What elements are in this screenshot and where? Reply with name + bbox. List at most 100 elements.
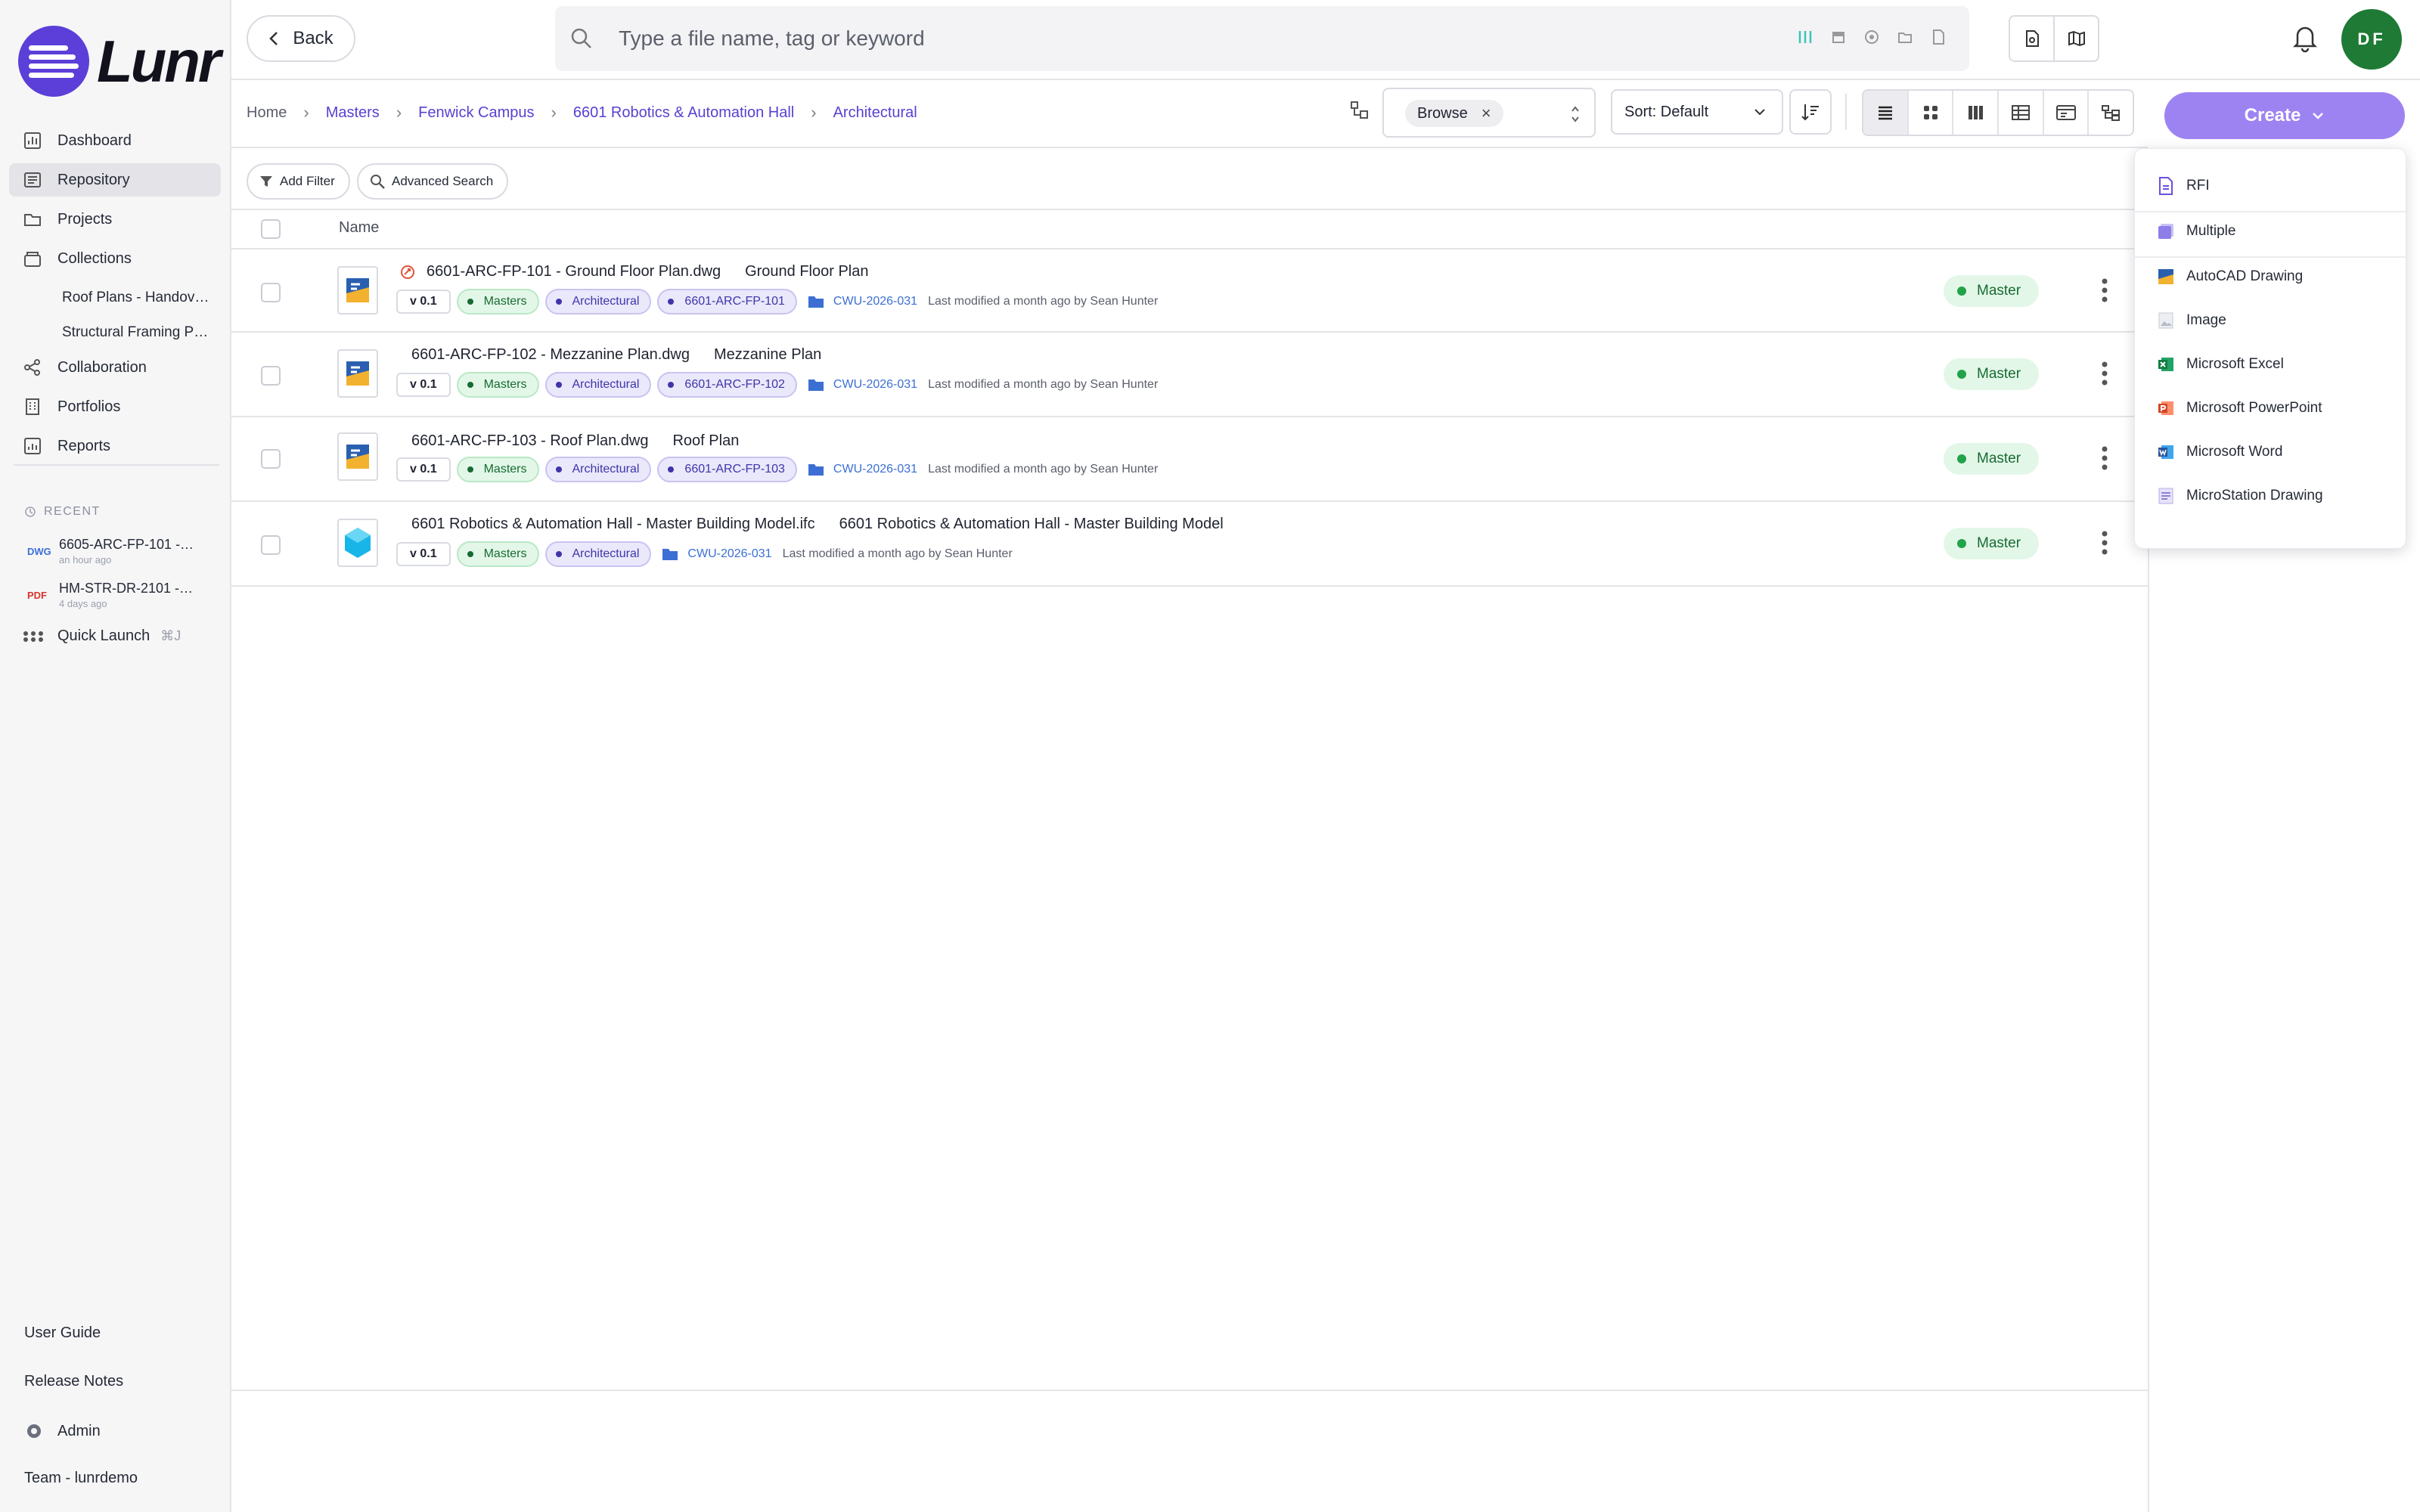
dot-icon [1957,370,1966,379]
file-name[interactable]: 6601 Robotics & Automation Hall - Master… [411,516,1224,533]
tree-view-icon[interactable] [1349,100,1370,121]
select-all-checkbox[interactable] [261,219,281,239]
table-row[interactable]: 6601-ARC-FP-103 - Roof Plan.dwg Roof Pla… [231,419,2148,502]
sort-select[interactable]: Sort: Default [1611,89,1783,135]
logo[interactable]: Lunr [18,26,221,97]
recent-item[interactable]: DWG 6605-ARC-FP-101 -… an hour ago [27,537,194,565]
detail-view-button[interactable] [2044,91,2090,135]
more-options-icon[interactable] [2099,277,2110,304]
name-column-header[interactable]: Name [339,219,379,237]
user-guide-link[interactable]: User Guide [24,1325,101,1342]
folder-link[interactable]: CWU-2026-031 [808,463,917,476]
sidebar-item-dashboard[interactable]: Dashboard [9,124,221,157]
create-menu-item-multiple[interactable]: Multiple [2135,222,2407,241]
tag[interactable]: Architectural [544,289,652,314]
breadcrumb-item[interactable]: Masters [326,104,380,122]
document-icon[interactable] [1930,29,1947,45]
search-bar[interactable] [555,6,1969,71]
create-menu-item-word[interactable]: Microsoft Word [2135,442,2407,462]
grid-view-button[interactable] [1909,91,1954,135]
file-search-icon [2025,30,2039,47]
filter-sliders-icon[interactable] [1797,29,1813,45]
search-input[interactable] [619,26,1677,51]
team-label[interactable]: Team - lunrdemo [24,1470,138,1487]
list-view-button[interactable] [1863,91,1909,135]
recent-item[interactable]: PDF HM-STR-DR-2101 -… 4 days ago [27,581,193,609]
folder-link[interactable]: CWU-2026-031 [808,295,917,308]
create-menu-item-powerpoint[interactable]: Microsoft PowerPoint [2135,398,2407,418]
folder-icon[interactable] [1897,29,1913,45]
collection-item[interactable]: Structural Framing P… [9,316,221,349]
create-menu-item-autocad[interactable]: AutoCAD Drawing [2135,267,2407,287]
sidebar-item-portfolios[interactable]: Portfolios [9,390,221,423]
table-row[interactable]: 6601 Robotics & Automation Hall - Master… [231,503,2148,587]
close-icon[interactable]: × [1481,104,1491,123]
archive-icon[interactable] [1830,29,1847,45]
file-name[interactable]: 6601-ARC-FP-101 - Ground Floor Plan.dwg … [399,263,868,280]
back-button[interactable]: Back [247,15,355,62]
table-row[interactable]: 6601-ARC-FP-102 - Mezzanine Plan.dwg Mez… [231,334,2148,417]
image-icon [2156,311,2176,330]
admin-link[interactable]: Admin [24,1421,101,1441]
column-view-button[interactable] [1953,91,2000,135]
file-name[interactable]: 6601-ARC-FP-103 - Roof Plan.dwg Roof Pla… [411,432,739,450]
table-row[interactable]: 6601-ARC-FP-101 - Ground Floor Plan.dwg … [231,249,2148,333]
tag[interactable]: 6601-ARC-FP-101 [657,289,797,314]
dot-icon [1957,539,1966,548]
chevron-down-icon [1754,109,1765,116]
tag[interactable]: Architectural [544,372,652,398]
breadcrumb-item[interactable]: 6601 Robotics & Automation Hall [573,104,794,122]
sidebar-item-reports[interactable]: Reports [9,429,221,463]
target-icon[interactable] [1863,29,1880,45]
clock-icon [25,507,36,517]
folder-link[interactable]: CWU-2026-031 [662,547,772,561]
dwg-thumbnail [337,349,378,398]
row-checkbox[interactable] [261,535,281,555]
tag[interactable]: Masters [456,541,539,567]
browse-select[interactable]: Browse × [1382,88,1596,138]
tag[interactable]: Architectural [544,541,652,567]
sidebar-item-collaboration[interactable]: Collaboration [9,351,221,384]
more-options-icon[interactable] [2099,360,2110,387]
add-filter-button[interactable]: Add Filter [247,163,350,200]
avatar[interactable]: DF [2341,9,2402,70]
collection-item[interactable]: Roof Plans - Handov… [9,281,221,314]
create-menu-item-rfi[interactable]: RFI [2135,176,2407,196]
tag[interactable]: Architectural [544,457,652,482]
table-view-button[interactable] [1999,91,2044,135]
tree-layout-button[interactable] [2089,91,2133,135]
row-checkbox[interactable] [261,283,281,302]
release-notes-link[interactable]: Release Notes [24,1373,123,1390]
sidebar-nav: Dashboard Repository Projects Collection… [9,124,221,469]
row-checkbox[interactable] [261,366,281,386]
bim-model-icon [345,528,371,558]
breadcrumb-item[interactable]: Home [247,104,287,122]
file-name[interactable]: 6601-ARC-FP-102 - Mezzanine Plan.dwg Mez… [411,346,821,364]
sidebar-item-collections[interactable]: Collections [9,242,221,275]
create-menu-item-image[interactable]: Image [2135,311,2407,330]
tag[interactable]: 6601-ARC-FP-102 [657,372,797,398]
advanced-search-button[interactable]: Advanced Search [357,163,509,200]
tag[interactable]: Masters [456,289,539,314]
map-button[interactable] [2055,17,2098,60]
sidebar-item-projects[interactable]: Projects [9,203,221,236]
quick-launch[interactable]: Quick Launch ⌘J [23,627,181,645]
row-checkbox[interactable] [261,449,281,469]
bell-icon[interactable] [2291,23,2319,53]
tag[interactable]: 6601-ARC-FP-103 [657,457,797,482]
more-options-icon[interactable] [2099,529,2110,556]
create-menu-item-microstation[interactable]: MicroStation Drawing [2135,486,2407,506]
sidebar-item-label: Repository [57,171,130,188]
tag[interactable]: Masters [456,372,539,398]
tag[interactable]: Masters [456,457,539,482]
create-button[interactable]: Create [2164,92,2405,139]
more-options-icon[interactable] [2099,445,2110,472]
file-search-button[interactable] [2010,17,2055,60]
breadcrumb-item[interactable]: Fenwick Campus [418,104,534,122]
sidebar-item-repository[interactable]: Repository [9,163,221,197]
ifc-thumbnail [337,519,378,567]
breadcrumb-item[interactable]: Architectural [833,104,917,122]
create-menu-item-excel[interactable]: Microsoft Excel [2135,355,2407,374]
folder-link[interactable]: CWU-2026-031 [808,378,917,392]
sort-direction-button[interactable] [1789,89,1832,135]
